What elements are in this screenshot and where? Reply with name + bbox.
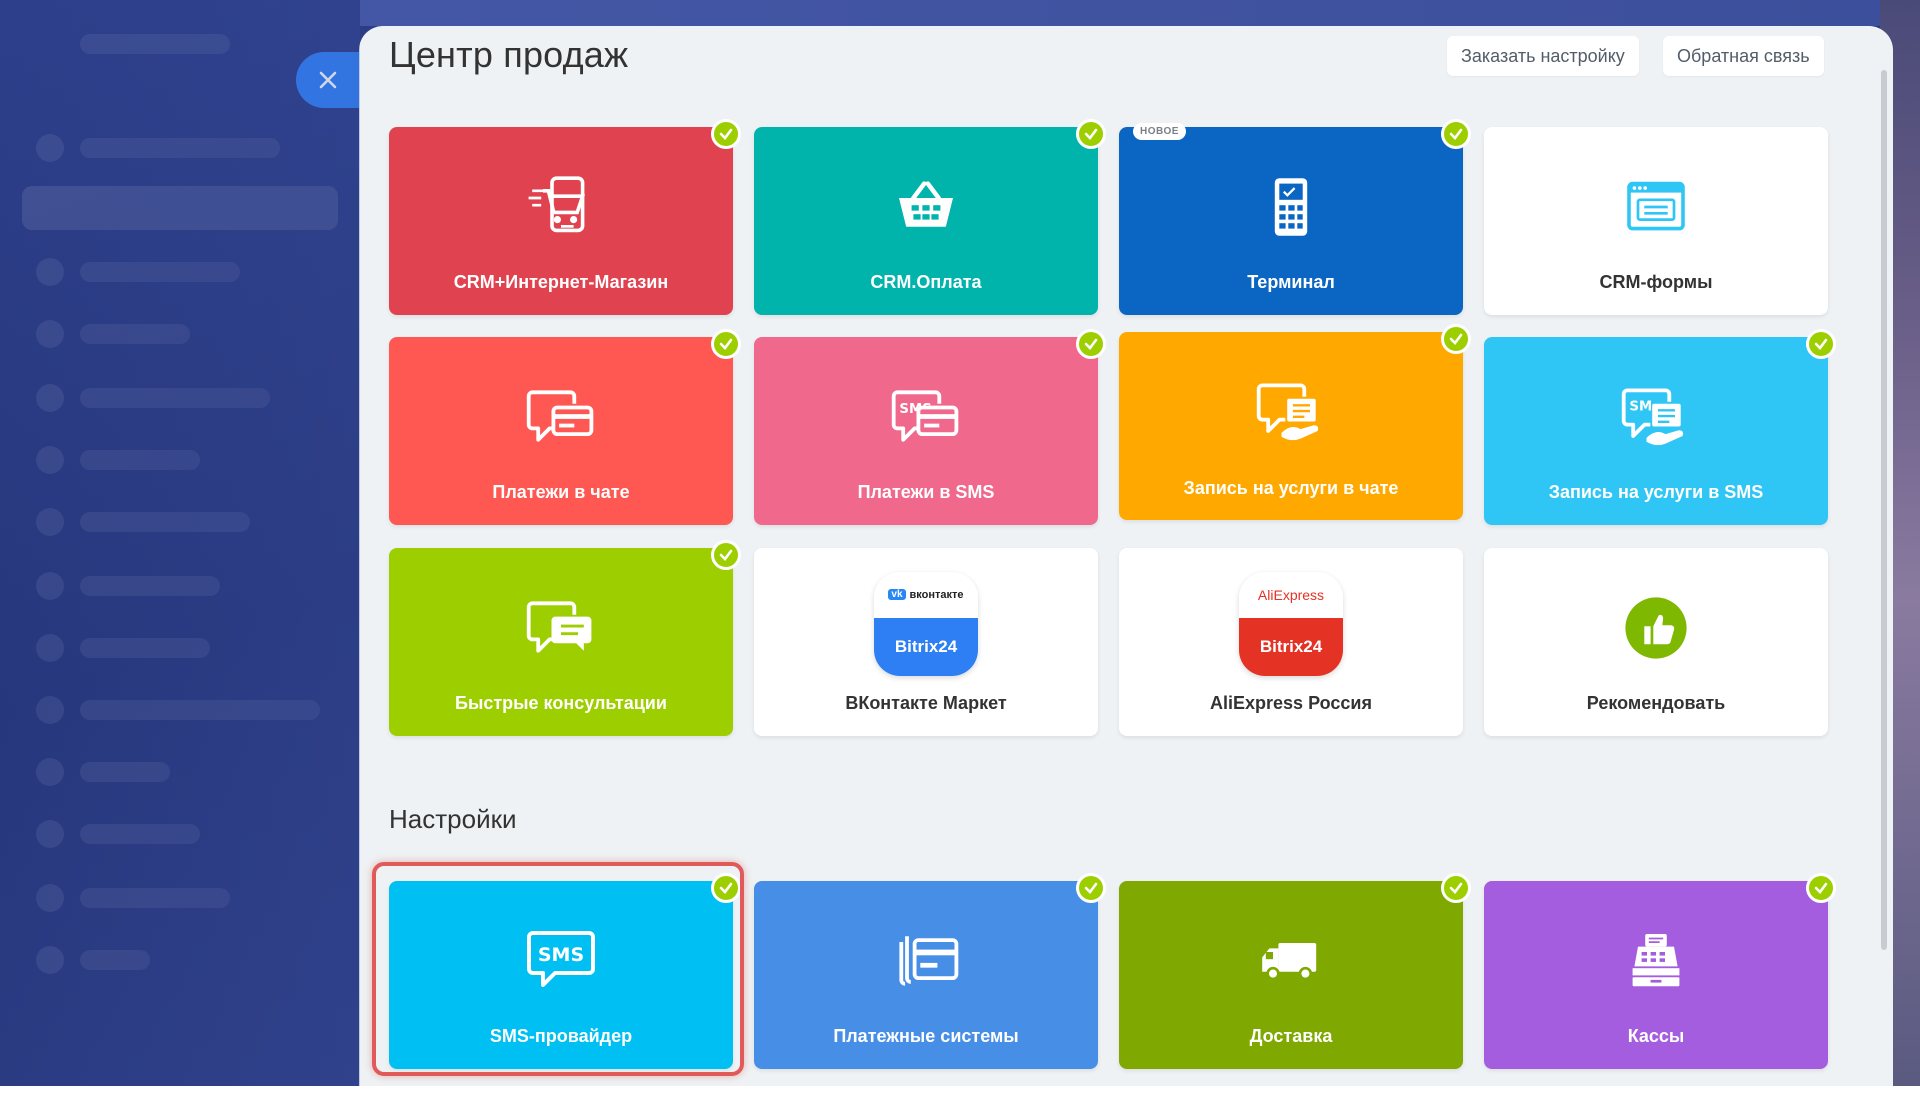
delivery-truck-icon bbox=[1251, 921, 1331, 1001]
check-icon bbox=[711, 540, 741, 570]
tile-crm-online-store[interactable]: CRM+Интернет-Магазин bbox=[389, 119, 741, 315]
tile-label: Платежи в SMS bbox=[857, 482, 995, 502]
chat-payment-icon bbox=[521, 377, 601, 457]
new-badge: НОВОЕ bbox=[1133, 123, 1186, 140]
tile-crm-forms[interactable]: CRM-формы bbox=[1484, 127, 1828, 315]
sms-icon-text: SMS bbox=[538, 944, 584, 966]
tile-chat-payments[interactable]: Платежи в чате bbox=[389, 329, 741, 525]
tile-crm-payment[interactable]: CRM.Оплата bbox=[754, 119, 1106, 315]
check-icon bbox=[1076, 329, 1106, 359]
sms-booking-icon: SM bbox=[1616, 377, 1696, 457]
tile-label: SMS-провайдер bbox=[489, 1026, 633, 1046]
cash-register-icon bbox=[1616, 921, 1696, 1001]
tile-label: Доставка bbox=[1249, 1026, 1333, 1046]
tile-label: Платежи в чате bbox=[492, 482, 630, 502]
tile-label: CRM+Интернет-Магазин bbox=[453, 272, 669, 292]
close-panel-button[interactable] bbox=[296, 52, 360, 108]
online-store-cart-icon bbox=[521, 167, 601, 247]
sms-payment-icon: SMS bbox=[886, 377, 966, 457]
sms-provider-icon: SMS bbox=[521, 921, 601, 1001]
payment-systems-icon bbox=[886, 921, 966, 1001]
screenshot-area: Центр продаж Заказать настройку Обратная… bbox=[0, 0, 1920, 1086]
tile-chat-booking[interactable]: Запись на услуги в чате bbox=[1119, 324, 1471, 520]
tile-label: CRM-формы bbox=[1599, 272, 1713, 292]
tile-label: Кассы bbox=[1627, 1026, 1685, 1046]
basket-icon bbox=[886, 167, 966, 247]
logo-bottom-text: Bitrix24 bbox=[1239, 617, 1343, 676]
tile-delivery[interactable]: Доставка bbox=[1119, 873, 1471, 1069]
check-icon bbox=[1076, 873, 1106, 903]
consultation-chat-icon bbox=[521, 588, 601, 668]
tile-label: Терминал bbox=[1247, 272, 1335, 292]
check-icon bbox=[1441, 119, 1471, 149]
check-icon bbox=[1441, 873, 1471, 903]
tile-quick-consultations[interactable]: Быстрые консультации bbox=[389, 540, 741, 736]
feedback-button[interactable]: Обратная связь bbox=[1663, 36, 1824, 76]
tile-label: Платежные системы bbox=[833, 1026, 1019, 1046]
logo-bottom-text: Bitrix24 bbox=[874, 617, 978, 676]
tile-payment-systems[interactable]: Платежные системы bbox=[754, 873, 1106, 1069]
tile-label: CRM.Оплата bbox=[870, 272, 982, 292]
tile-cash-registers[interactable]: Кассы bbox=[1484, 873, 1836, 1069]
check-icon bbox=[1076, 119, 1106, 149]
check-icon bbox=[711, 119, 741, 149]
thumbs-up-icon bbox=[1616, 588, 1696, 668]
tile-label: Запись на услуги в чате bbox=[1183, 478, 1399, 498]
aliexpress-logo: AliExpress Bitrix24 bbox=[1239, 572, 1343, 676]
scrollbar[interactable] bbox=[1881, 70, 1887, 950]
check-icon bbox=[711, 329, 741, 359]
svg-text:SM: SM bbox=[1629, 399, 1652, 414]
chat-booking-icon bbox=[1251, 372, 1331, 452]
order-setup-button[interactable]: Заказать настройку bbox=[1447, 36, 1639, 76]
tile-label: AliExpress Россия bbox=[1210, 693, 1372, 713]
tile-sms-provider[interactable]: SMS SMS-провайдер bbox=[389, 873, 741, 1069]
logo-top-text: AliExpress bbox=[1239, 572, 1343, 618]
page-title: Центр продаж bbox=[389, 34, 629, 75]
sales-center-panel: Центр продаж Заказать настройку Обратная… bbox=[359, 26, 1893, 1086]
tile-vk-market[interactable]: vk вконтакте Bitrix24 ВКонтакте Маркет bbox=[754, 548, 1098, 736]
tile-sms-booking[interactable]: SM Запись на услуги в SMS bbox=[1484, 329, 1836, 525]
tile-label: Запись на услуги в SMS bbox=[1548, 482, 1764, 502]
background-top bbox=[360, 0, 1880, 26]
logo-top-text: вконтакте bbox=[909, 588, 964, 601]
web-form-icon bbox=[1616, 167, 1696, 247]
check-icon bbox=[1806, 329, 1836, 359]
check-icon bbox=[1806, 873, 1836, 903]
tile-label: Рекомендовать bbox=[1586, 693, 1726, 713]
tile-terminal[interactable]: НОВОЕ Терминал bbox=[1119, 119, 1471, 315]
check-icon bbox=[711, 873, 741, 903]
check-icon bbox=[1441, 324, 1471, 354]
tile-sms-payments[interactable]: SMS Платежи в SMS bbox=[754, 329, 1106, 525]
tile-recommend[interactable]: Рекомендовать bbox=[1484, 548, 1828, 736]
vk-market-logo: vk вконтакте Bitrix24 bbox=[874, 572, 978, 676]
settings-section-title: Настройки bbox=[389, 804, 517, 834]
tile-label: ВКонтакте Маркет bbox=[845, 693, 1007, 713]
tile-aliexpress[interactable]: AliExpress Bitrix24 AliExpress Россия bbox=[1119, 548, 1463, 736]
close-icon bbox=[319, 71, 337, 89]
tile-label: Быстрые консультации bbox=[455, 693, 667, 713]
payment-terminal-icon bbox=[1251, 167, 1331, 247]
